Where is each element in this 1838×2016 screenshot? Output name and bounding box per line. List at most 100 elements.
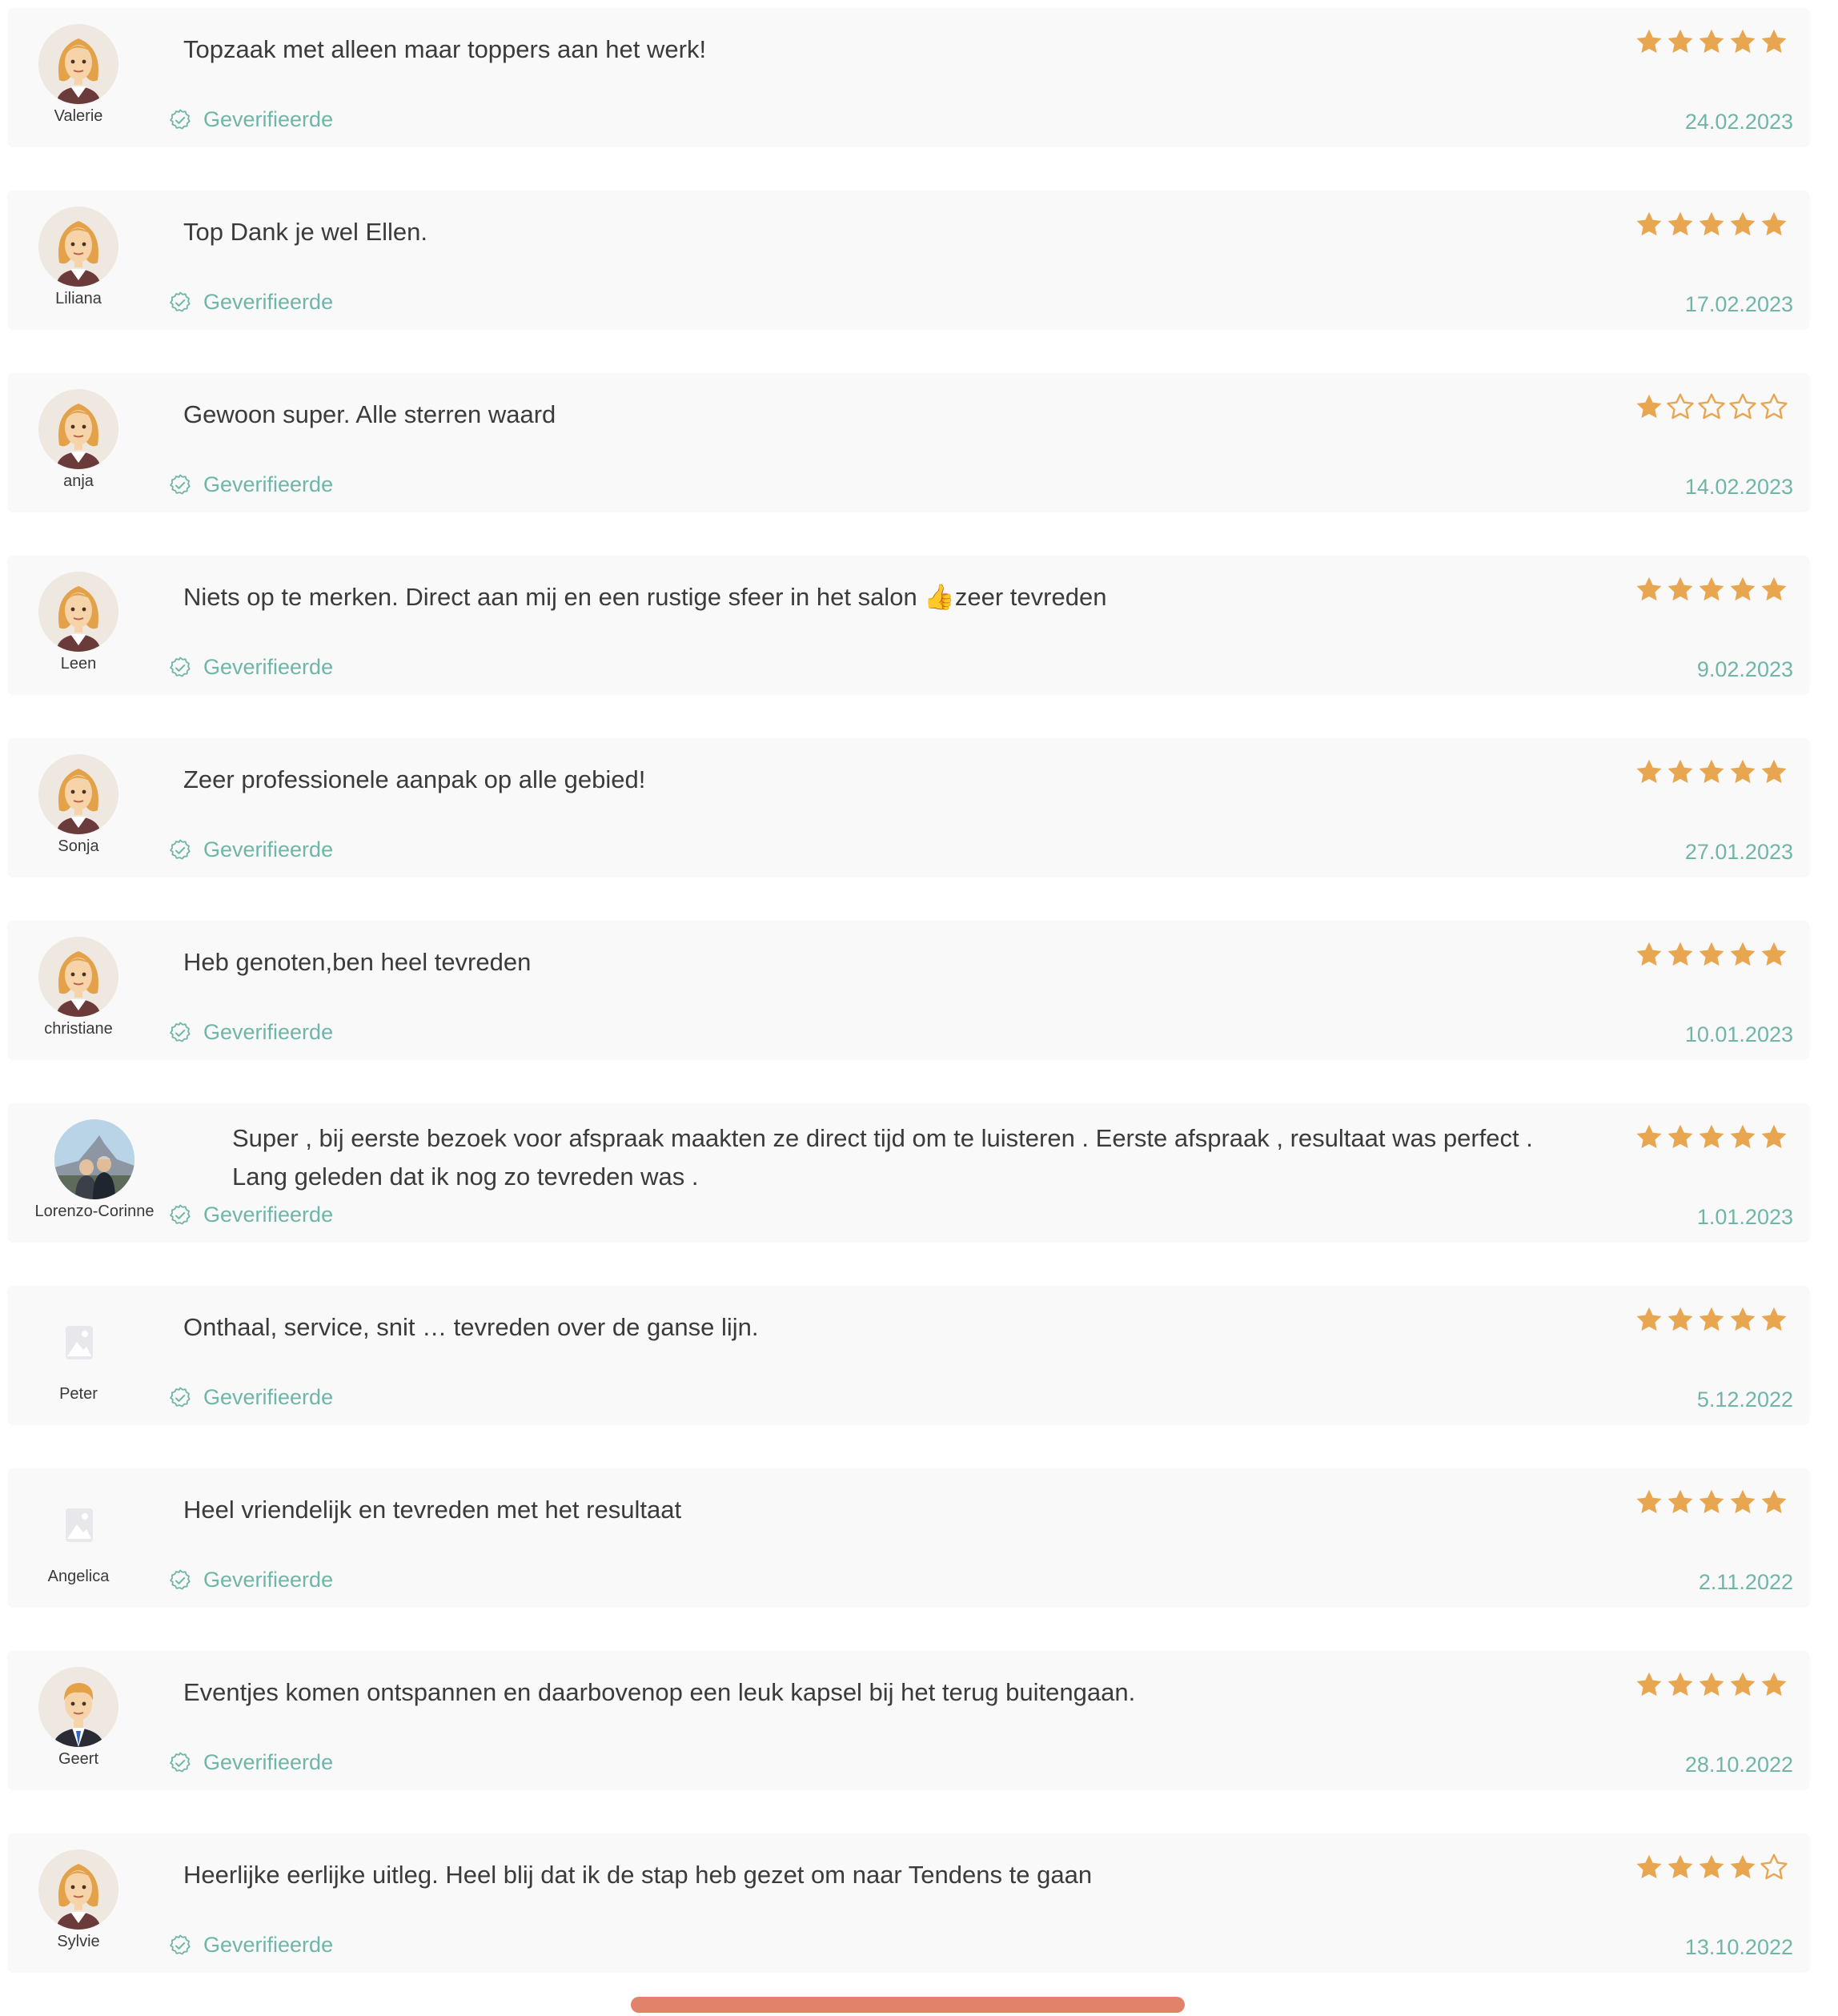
review-text: Onthaal, service, snit … tevreden over d… [183,1313,759,1341]
star-filled-icon [1761,1124,1787,1149]
review-date: 14.02.2023 [1684,475,1793,499]
review-date: 1.01.2023 [1696,1205,1793,1229]
star-filled-icon [1699,942,1724,966]
star-filled-icon [1667,1489,1693,1514]
star-filled-icon [1636,211,1662,236]
verified-badge: Geverifieerde [168,1568,333,1592]
star-filled-icon [1699,759,1724,784]
star-filled-icon [1667,576,1693,601]
star-empty-icon [1667,393,1694,420]
star-filled-icon [1761,942,1787,966]
verified-label: Geverifieerde [203,1933,334,1957]
star-rating [1635,392,1788,421]
verified-check-icon [170,1022,191,1042]
star-filled-icon [1761,1307,1787,1331]
verified-badge: Geverifieerde [168,837,333,862]
review-text: Heel vriendelijk en tevreden met het res… [183,1496,682,1524]
image-placeholder-icon [38,1302,118,1382]
verified-check-icon [170,1569,191,1589]
verified-badge: Geverifieerde [168,1020,333,1045]
female-avatar [38,937,118,1017]
star-filled-icon [1761,1672,1787,1697]
reviewer-name: Leen [60,655,97,673]
review-date: 10.01.2023 [1684,1022,1793,1046]
load-more-button[interactable] [631,1997,1185,2013]
star-filled-icon [1699,1489,1724,1514]
female-avatar [38,207,118,287]
verified-check-icon [170,291,191,311]
star-filled-icon [1761,29,1787,54]
reviewer-info: Lorenzo-Corinne [30,1119,159,1221]
review-date: 13.10.2022 [1684,1935,1793,1959]
review-text: Zeer professionele aanpak op alle gebied… [183,765,646,793]
star-filled-icon [1730,29,1756,54]
review-card: Sylvie Heerlijke eerlijke uitleg. Heel b… [8,1833,1809,1971]
star-filled-icon [1636,1854,1662,1879]
review-date: 24.02.2023 [1684,110,1793,134]
reviewer-name: Lorenzo-Corinne [34,1203,155,1220]
verified-check-icon [170,1387,191,1407]
reviewer-name: Sylvie [57,1933,100,1950]
star-filled-icon [1699,1124,1724,1149]
star-filled-icon [1730,1124,1756,1149]
review-card: Lorenzo-Corinne Super , bij eerste bezoe… [8,1103,1809,1241]
star-filled-icon [1667,1854,1693,1879]
reviewer-name: Liliana [55,290,102,307]
reviewer-info: christiane [30,937,126,1038]
star-filled-icon [1636,1307,1662,1331]
star-filled-icon [1636,942,1662,966]
star-filled-icon [1730,1307,1756,1331]
star-filled-icon [1667,759,1693,784]
verified-check-icon [170,474,191,494]
female-avatar [38,1849,118,1930]
verified-label: Geverifieerde [203,655,334,679]
verified-badge: Geverifieerde [168,655,333,680]
review-date: 17.02.2023 [1684,292,1793,316]
reviewer-info: Leen [30,572,126,673]
reviewer-info: Sonja [30,754,126,856]
star-filled-icon [1761,211,1787,236]
review-list: Valerie Topzaak met alleen maar toppers … [8,8,1809,2016]
star-empty-icon [1729,393,1756,420]
review-card: Liliana Top Dank je wel Ellen. Geverifie… [8,191,1809,328]
star-filled-icon [1730,211,1756,236]
verified-label: Geverifieerde [203,472,334,496]
star-rating [1635,1670,1788,1699]
star-filled-icon [1636,394,1662,419]
star-rating [1635,1305,1788,1334]
reviewer-name: Valerie [54,107,103,125]
female-avatar [38,572,118,652]
reviewer-info: Geert [30,1667,126,1769]
star-filled-icon [1636,1489,1662,1514]
image-placeholder-icon [38,1484,118,1564]
review-card: Valerie Topzaak met alleen maar toppers … [8,8,1809,146]
reviewer-name: Geert [58,1750,99,1768]
review-text: Heerlijke eerlijke uitleg. Heel blij dat… [183,1861,1093,1889]
review-text: Topzaak met alleen maar toppers aan het … [183,35,707,63]
verified-check-icon [170,1934,191,1954]
star-filled-icon [1667,1672,1693,1697]
star-empty-icon [1760,393,1788,420]
verified-check-icon [170,657,191,677]
verified-check-icon [170,1752,191,1772]
review-date: 27.01.2023 [1684,840,1793,864]
verified-badge: Geverifieerde [168,1750,333,1775]
review-text: Gewoon super. Alle sterren waard [183,400,556,428]
reviewer-name: Sonja [58,837,99,855]
reviewer-name: anja [63,472,94,490]
verified-badge: Geverifieerde [168,107,333,132]
photo-avatar [54,1119,134,1199]
review-date: 2.11.2022 [1698,1570,1793,1594]
review-card: Geert Eventjes komen ontspannen en daarb… [8,1651,1809,1789]
verified-check-icon [170,1204,191,1224]
star-rating [1635,27,1788,56]
reviewer-info: anja [30,389,126,491]
star-filled-icon [1730,1672,1756,1697]
verified-check-icon [170,839,191,859]
verified-label: Geverifieerde [203,290,334,314]
verified-label: Geverifieerde [203,1568,334,1592]
verified-label: Geverifieerde [203,107,334,131]
star-filled-icon [1699,1307,1724,1331]
female-avatar [38,754,118,834]
review-card: Sonja Zeer professionele aanpak op alle … [8,738,1809,876]
